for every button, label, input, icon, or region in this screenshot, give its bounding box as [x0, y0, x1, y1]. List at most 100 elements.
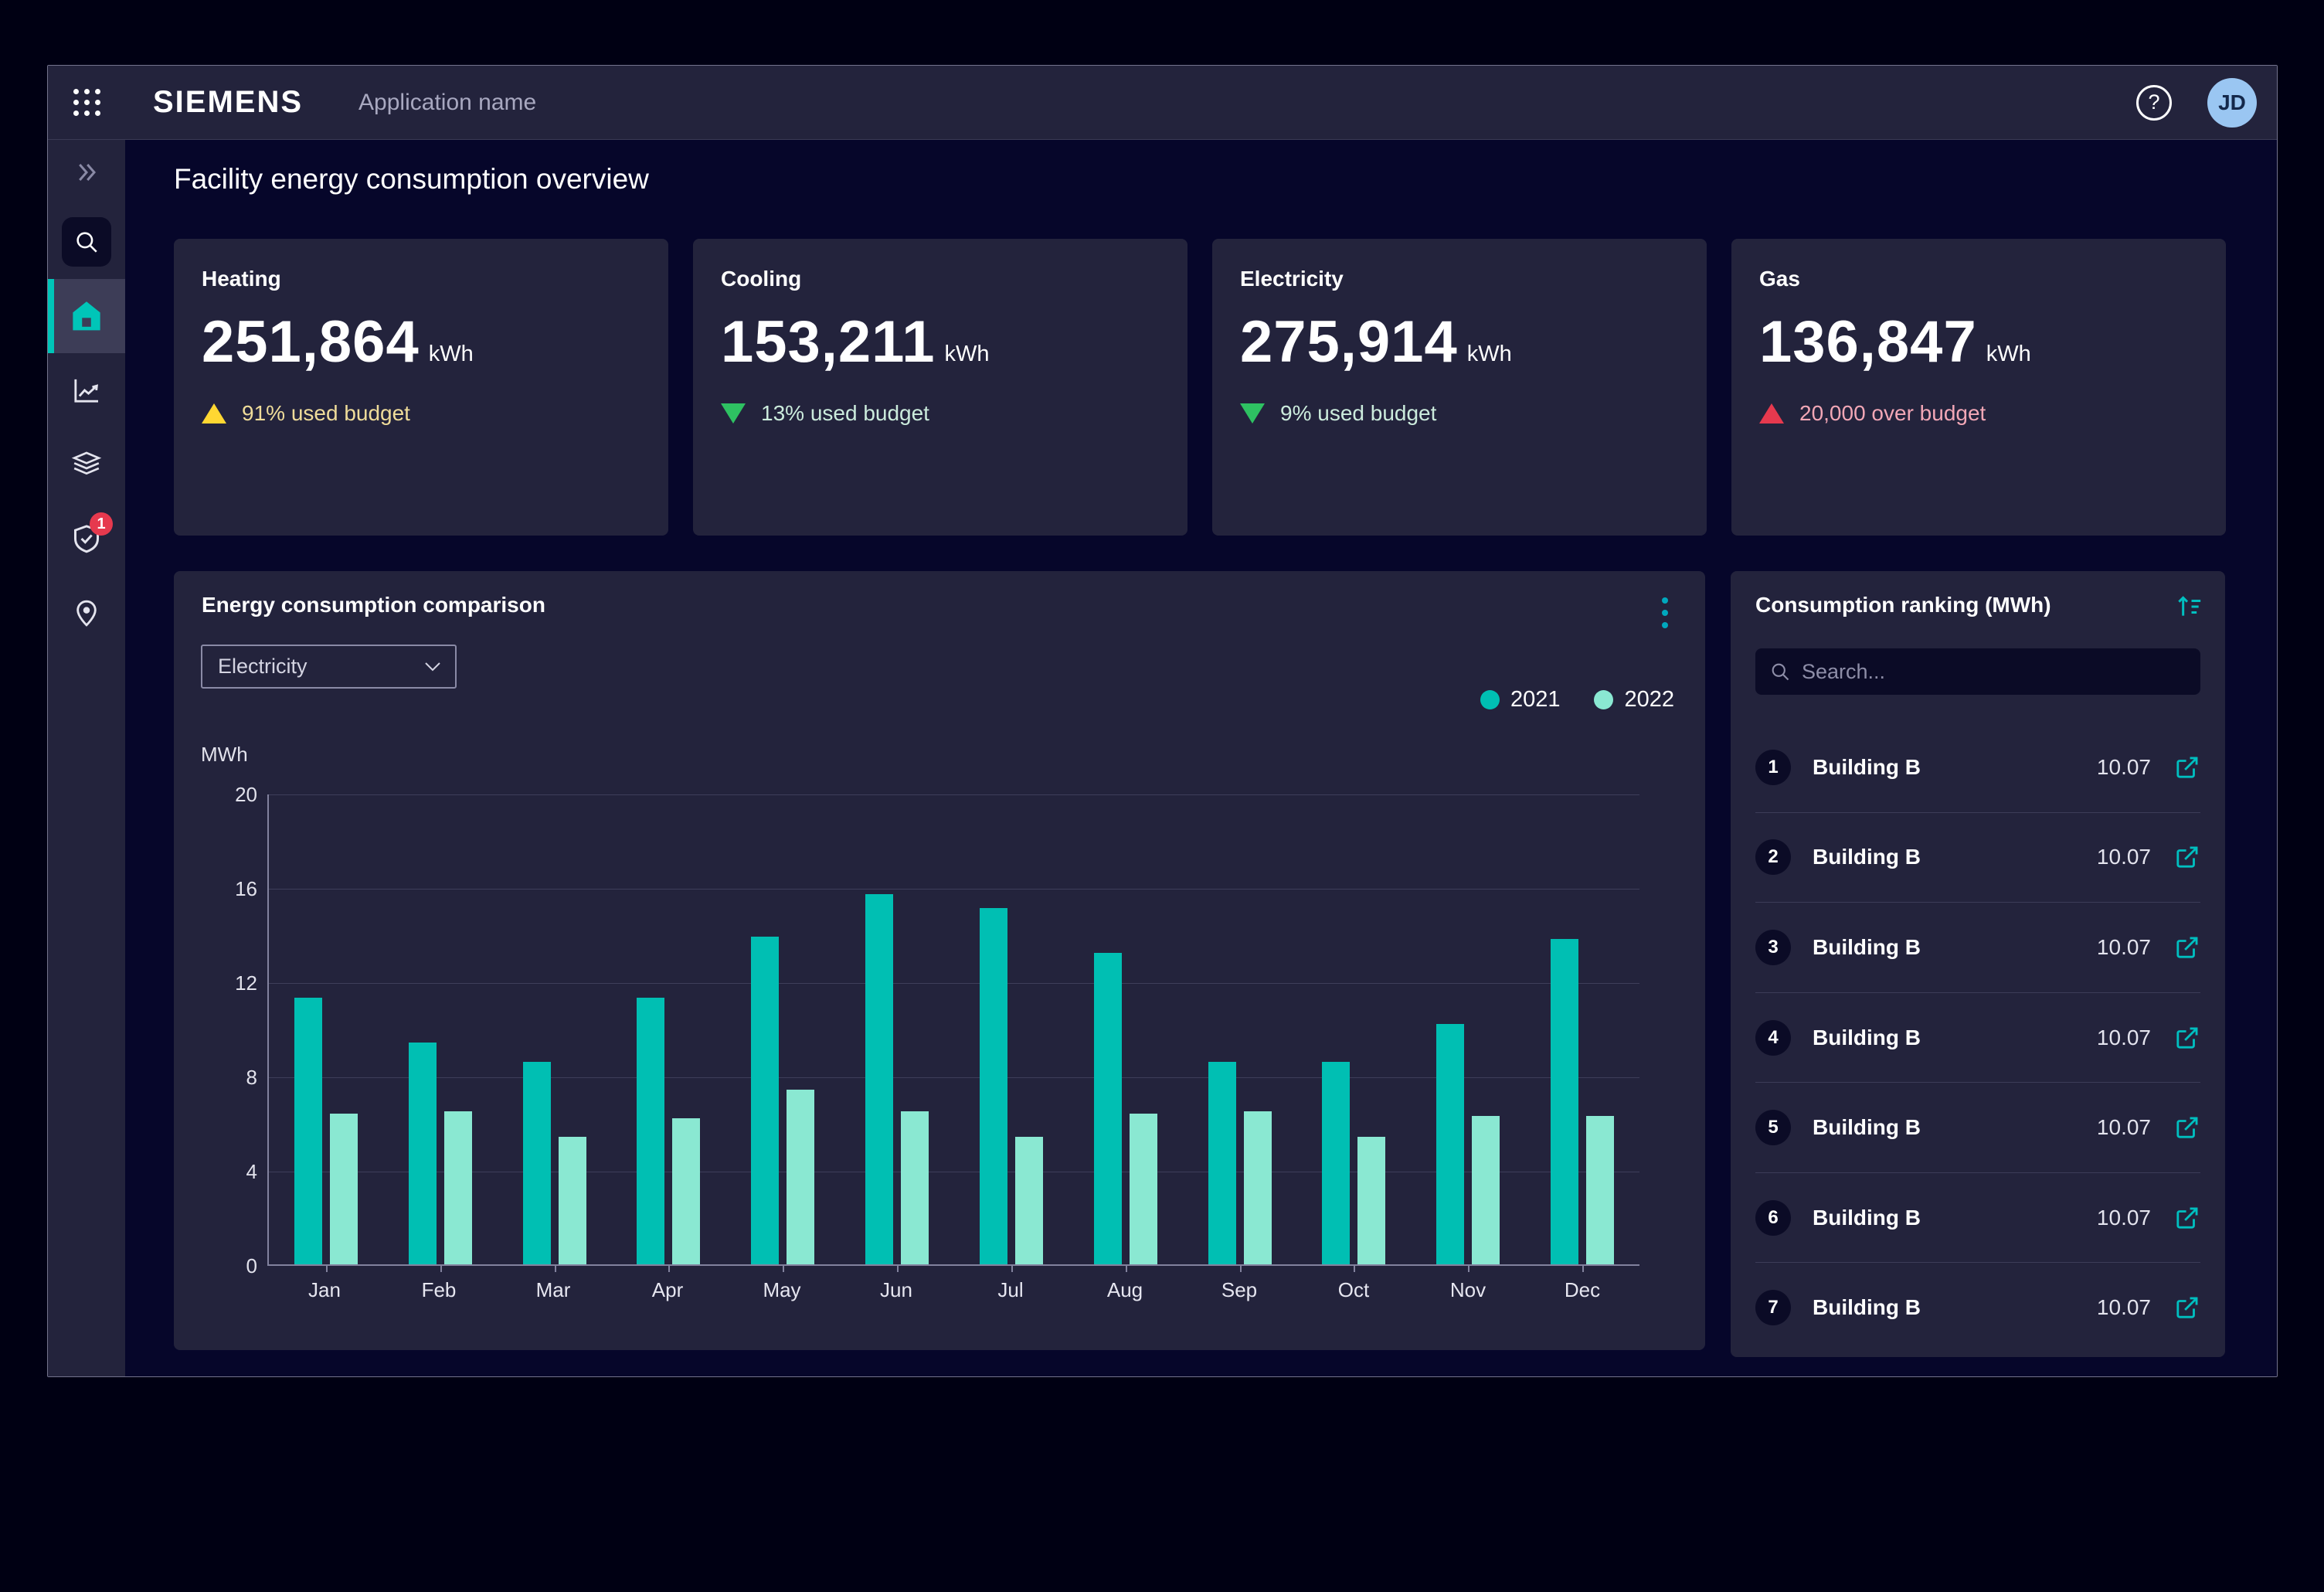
kpi-status-text: 13% used budget — [761, 401, 929, 426]
user-avatar[interactable]: JD — [2207, 78, 2257, 128]
bar-2021-feb[interactable] — [409, 1043, 437, 1264]
bar-group-aug — [1069, 794, 1183, 1264]
external-link-button[interactable] — [2174, 1294, 2200, 1321]
kpi-card-cooling: Cooling153,211kWh13% used budget — [693, 239, 1187, 536]
bar-2022-jul[interactable] — [1015, 1137, 1043, 1264]
y-tick-label: 4 — [201, 1162, 257, 1182]
external-link-button[interactable] — [2174, 1025, 2200, 1051]
x-axis-label-sep: Sep — [1182, 1278, 1296, 1302]
main-content: Facility energy consumption overview Hea… — [125, 140, 2277, 1376]
consumption-value: 10.07 — [2097, 845, 2151, 869]
bar-2022-apr[interactable] — [672, 1118, 700, 1264]
bar-2022-mar[interactable] — [559, 1137, 586, 1264]
bar-2022-feb[interactable] — [444, 1111, 472, 1264]
ranking-search-box — [1755, 648, 2200, 695]
y-tick-label: 0 — [201, 1256, 257, 1276]
x-axis-label-jun: Jun — [839, 1278, 953, 1302]
chevron-down-icon — [424, 662, 441, 672]
ranking-row[interactable]: 1Building B10.07 — [1755, 723, 2200, 812]
bar-2022-dec[interactable] — [1586, 1116, 1614, 1264]
bar-2021-nov[interactable] — [1436, 1024, 1464, 1264]
legend-dot-icon — [1594, 690, 1613, 709]
sidebar-item-analytics[interactable] — [48, 353, 125, 427]
bar-2021-apr[interactable] — [637, 998, 664, 1264]
bar-2021-jul[interactable] — [980, 908, 1007, 1264]
ranking-row[interactable]: 7Building B10.07 — [1755, 1262, 2200, 1352]
app-launcher-button[interactable] — [48, 66, 125, 140]
bar-2022-nov[interactable] — [1472, 1116, 1500, 1264]
x-axis-label-oct: Oct — [1296, 1278, 1411, 1302]
energy-comparison-card: Energy consumption comparison Electricit… — [174, 571, 1705, 1350]
ranking-row[interactable]: 4Building B10.07 — [1755, 992, 2200, 1083]
bar-2022-jan[interactable] — [330, 1114, 358, 1264]
consumption-value: 10.07 — [2097, 1026, 2151, 1050]
sidebar-item-compliance[interactable]: 1 — [48, 502, 125, 576]
bar-2022-aug[interactable] — [1130, 1114, 1157, 1264]
bar-2022-jun[interactable] — [901, 1111, 929, 1264]
chart-title: Energy consumption comparison — [202, 593, 545, 617]
ranking-list: 1Building B10.072Building B10.073Buildin… — [1755, 723, 2200, 1352]
bar-2021-sep[interactable] — [1208, 1062, 1236, 1264]
x-axis-label-feb: Feb — [382, 1278, 496, 1302]
rank-number-badge: 5 — [1755, 1110, 1791, 1145]
desktop-background: SIEMENS Application name ? JD — [0, 0, 2324, 1592]
card-options-button[interactable] — [1659, 594, 1671, 631]
bar-2021-aug[interactable] — [1094, 953, 1122, 1264]
trend-down-triangle-icon — [721, 403, 746, 424]
legend-item-2022[interactable]: 2022 — [1594, 687, 1674, 713]
sidebar-item-search[interactable] — [48, 205, 125, 279]
sidebar-expand-button[interactable] — [48, 140, 125, 205]
avatar-initials: JD — [2218, 90, 2246, 115]
kpi-title: Heating — [202, 267, 640, 291]
y-axis-unit-label: MWh — [201, 743, 248, 767]
external-link-button[interactable] — [2174, 1205, 2200, 1231]
building-name: Building B — [1813, 1295, 2097, 1320]
ranking-search-input[interactable] — [1802, 660, 2186, 684]
rank-number-badge: 7 — [1755, 1290, 1791, 1325]
bar-2021-oct[interactable] — [1322, 1062, 1350, 1264]
ranking-row[interactable]: 2Building B10.07 — [1755, 812, 2200, 903]
line-chart-icon — [71, 375, 102, 406]
bar-2021-may[interactable] — [751, 937, 779, 1264]
sidebar-item-layers[interactable] — [48, 427, 125, 502]
y-tick-label: 12 — [201, 973, 257, 993]
external-link-button[interactable] — [2174, 1114, 2200, 1141]
help-button[interactable]: ? — [2136, 85, 2172, 121]
ranking-row[interactable]: 5 Building B10.07 — [1755, 1082, 2200, 1172]
bar-2021-dec[interactable] — [1551, 939, 1578, 1264]
external-link-button[interactable] — [2174, 844, 2200, 870]
ranking-row[interactable]: 6Building B10.07 — [1755, 1172, 2200, 1263]
kpi-card-row: Heating251,864kWh91% used budgetCooling1… — [174, 239, 2226, 536]
ranking-row[interactable]: 3Building B10.07 — [1755, 902, 2200, 992]
building-name: Building B — [1813, 1026, 2097, 1050]
consumption-value: 10.07 — [2097, 1115, 2151, 1140]
bar-group-mar — [498, 794, 612, 1264]
sidebar-item-home[interactable] — [48, 279, 125, 353]
bar-2022-may[interactable] — [787, 1090, 814, 1264]
kpi-value: 153,211 — [721, 313, 936, 372]
building-name: Building B — [1813, 1115, 2097, 1140]
bar-2022-oct[interactable] — [1357, 1137, 1385, 1264]
legend-item-2021[interactable]: 2021 — [1480, 687, 1561, 713]
external-link-icon — [2174, 1294, 2200, 1321]
sidebar-item-locations[interactable] — [48, 576, 125, 650]
legend-label: 2022 — [1624, 687, 1674, 713]
double-chevron-right-icon — [72, 161, 101, 184]
bar-2021-jan[interactable] — [294, 998, 322, 1264]
external-link-icon — [2174, 844, 2200, 870]
external-link-icon — [2174, 754, 2200, 781]
bar-2022-sep[interactable] — [1244, 1111, 1272, 1264]
x-axis-label-dec: Dec — [1525, 1278, 1639, 1302]
kpi-card-gas: Gas136,847kWh20,000 over budget — [1731, 239, 2226, 536]
app-window: SIEMENS Application name ? JD — [47, 65, 2278, 1377]
external-link-button[interactable] — [2174, 754, 2200, 781]
chart-legend: 2021 2022 — [1480, 687, 1674, 713]
metric-dropdown[interactable]: Electricity — [201, 645, 457, 689]
external-link-button[interactable] — [2174, 934, 2200, 961]
consumption-value: 10.07 — [2097, 755, 2151, 780]
bar-2021-jun[interactable] — [865, 894, 893, 1264]
sort-button[interactable] — [2174, 591, 2205, 626]
bar-2021-mar[interactable] — [523, 1062, 551, 1264]
bar-group-may — [725, 794, 840, 1264]
bar-chart-plot — [267, 794, 1639, 1266]
